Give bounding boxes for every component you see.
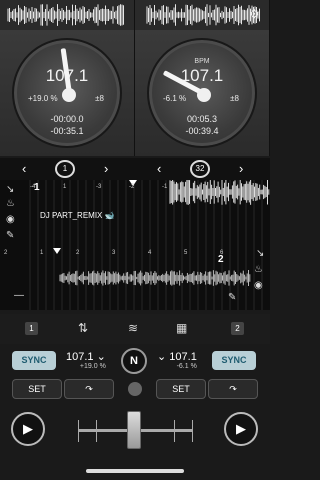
jump-cue-button-right[interactable]: ↷ [208,379,258,399]
pin-icon[interactable]: ↘ [6,184,14,195]
beat-marker-label: -2 [129,184,135,190]
set-cue-button-left[interactable]: SET [12,379,62,399]
beat-marker-label: 1 [63,184,67,190]
eq-icon[interactable]: ⇅ [78,321,88,335]
deck-1-button[interactable]: 1 [25,322,38,335]
pin-icon[interactable]: ↘ [256,248,264,259]
chevron-right-icon[interactable]: › [239,161,243,176]
range-right: ±8 [230,94,239,103]
elapsed-left: -00:00.0 [50,114,84,124]
sampler-icon[interactable]: ♨ [254,264,263,275]
overview-waveform-right[interactable]: ⚙ [135,0,270,30]
sync-button-left[interactable]: SYNC [12,351,56,370]
crossfader-tick [96,420,97,442]
chevron-left-icon[interactable]: ‹ [22,161,26,176]
jog-wheel-right[interactable]: BPM 107.1 -6.1 % ±8 00:05.3 -00:39.4 [147,38,257,148]
crossfader-tick [192,420,193,442]
chevron-left-icon[interactable]: ‹ [157,161,161,176]
jump-cue-button-left[interactable]: ↷ [64,379,114,399]
bpm-value-right: 107.1 [180,66,224,85]
crossfader-knob[interactable] [127,411,141,449]
strip-right: ‹ 32 › [135,158,270,180]
sync-row: SYNC 107.1 ⌄ +19.0 % N ⌄ 107.1 -6.1 % SY… [0,348,270,374]
waveform-icon[interactable]: ≋ [128,321,138,335]
app-logo[interactable]: N [121,348,147,374]
set-cue-button-right[interactable]: SET [156,379,206,399]
pencil-icon[interactable]: ✎ [6,230,14,241]
record-button[interactable] [128,382,142,396]
remaining-right: -00:39.4 [185,126,219,136]
loop-button-left[interactable]: 1 [55,160,75,178]
strip-left: ‹ 1 › [0,158,135,180]
sync-button-right[interactable]: SYNC [212,351,256,370]
deck-number-1: 1 [34,182,40,193]
deck-2-button[interactable]: 2 [231,322,244,335]
crossfader-tick [78,420,79,442]
loop-button-right[interactable]: 32 [190,160,210,178]
drum-icon[interactable]: ◉ [254,280,263,291]
home-indicator [86,469,184,473]
beat-marker-label: -1 [162,184,168,190]
grid-icon[interactable]: ▦ [176,321,187,335]
jog-wheel-left[interactable]: 107.1 +19.0 % ±8 -00:00.0 -00:35.1 [12,38,122,148]
overview-waveform-left[interactable] [0,0,135,30]
sampler-icon[interactable]: ♨ [6,198,15,209]
pitch-readout-right: -6.1 % [176,363,197,370]
bpm-left: 107.1 [66,351,94,363]
gear-icon[interactable]: ⚙ [249,7,263,21]
middle-toolbar: 1 ⇅ ≋ ▦ 2 [0,314,270,344]
remaining-left: -00:35.1 [50,126,84,136]
deck-number-2: 2 [218,254,224,265]
beat-marker-label: 2 [76,250,80,256]
range-left: ±8 [95,94,104,103]
bpm-value-left: 107.1 [45,66,89,85]
deck-right: BPM 107.1 -6.1 % ±8 00:05.3 -00:39.4 [135,30,270,156]
play-button-left[interactable]: ▶ [11,412,45,446]
pitch-left: +19.0 % [28,94,58,103]
waveform-area[interactable]: -4 1 -3 -2 -1 2 1 2 3 4 5 6 DJ PART_REMIX 🐋 ↘ ♨ ◉ ✎… [0,180,270,310]
overview-bar: ⚙ [0,0,270,30]
pencil-icon[interactable]: ✎ [228,292,236,303]
drum-icon[interactable]: ◉ [6,214,15,225]
platters: 107.1 +19.0 % ±8 -00:00.0 -00:35.1 BPM 1… [0,30,270,156]
chevron-right-icon[interactable]: › [104,161,108,176]
beat-marker-label: 2 [4,250,8,256]
bpm-right: 107.1 [169,351,197,363]
bpm-readout-left[interactable]: 107.1 ⌄ +19.0 % [66,350,106,370]
pitch-right: -6.1 % [163,94,187,103]
beat-marker-label: 4 [148,250,152,256]
beat-marker-label: 5 [184,250,188,256]
minus-icon[interactable]: — [14,290,24,301]
pitch-readout-left: +19.0 % [79,363,106,370]
elapsed-right: 00:05.3 [186,114,218,124]
waveform-display: -4 1 -3 -2 -12 1 2 3 4 5 6 [4,180,270,310]
beat-marker-label: 1 [40,250,44,256]
bpm-label-right: BPM [194,58,210,65]
set-row: SET ↷ SET ↷ [0,378,270,400]
platter-center [62,88,76,102]
transport: ▶ ▶ [0,404,270,480]
platter-center [197,88,211,102]
play-button-right[interactable]: ▶ [224,412,258,446]
deck-left: 107.1 +19.0 % ±8 -00:00.0 -00:35.1 [0,30,135,156]
crossfader-tick [174,420,175,442]
beat-marker-label: -3 [96,184,102,190]
beat-marker-label: 3 [112,250,116,256]
bpm-readout-right[interactable]: ⌄ 107.1 -6.1 % [157,350,197,370]
track-title: DJ PART_REMIX 🐋 [40,211,115,220]
deck-control-strip: ‹ 1 › ‹ 32 › [0,158,270,180]
